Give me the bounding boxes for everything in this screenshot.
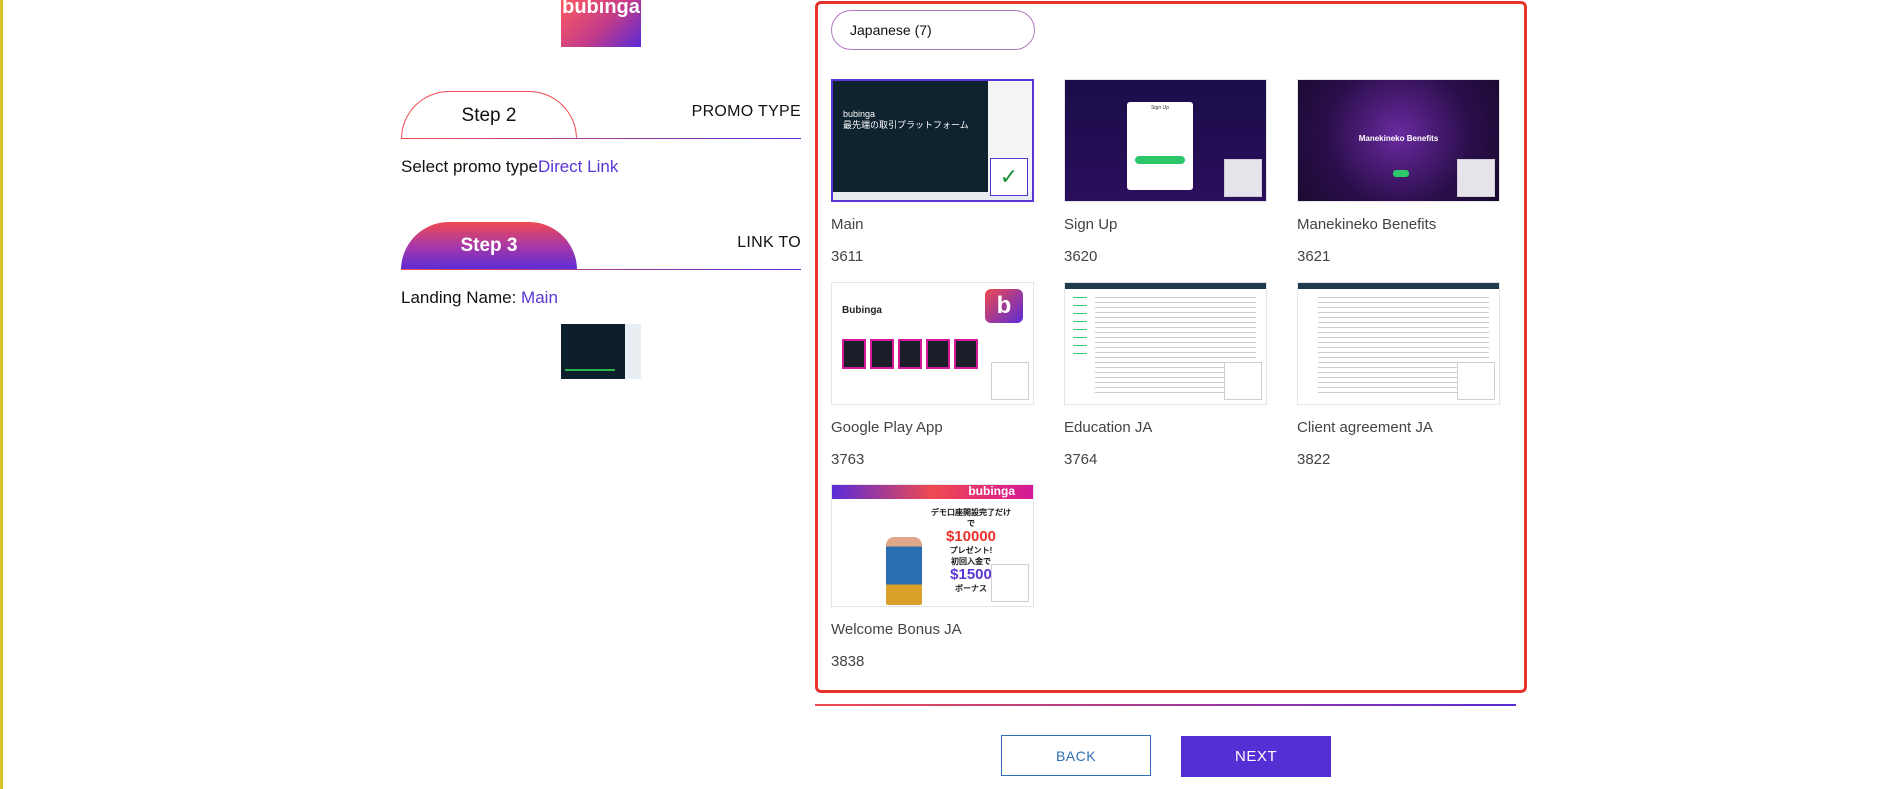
step-2-header: Step 2 PROMO TYPE xyxy=(401,91,801,139)
landing-thumbnail xyxy=(1297,282,1500,405)
landing-id: 3611 xyxy=(831,248,864,265)
landing-name: Sign Up xyxy=(1064,216,1118,233)
landing-id: 3764 xyxy=(1064,451,1098,468)
step-2-tab[interactable]: Step 2 xyxy=(401,91,577,139)
landing-id: 3838 xyxy=(831,653,865,670)
landing-value: Main xyxy=(521,288,558,307)
landing-thumbnail: bubinga デモ口座開設完了だけで $10000 プレゼント! 初回入金で … xyxy=(831,484,1034,607)
landing-label: Landing Name: xyxy=(401,288,517,307)
brand-logo: bubinga xyxy=(561,0,641,47)
selection-box xyxy=(991,564,1029,602)
step-3-title: LINK TO xyxy=(737,234,801,251)
step-3-divider xyxy=(401,269,801,270)
landing-card-main[interactable]: bubinga 最先端の取引プラットフォーム ✓ Main 3611 xyxy=(831,79,1034,265)
landing-selector: Japanese (7) bubinga 最先端の取引プラットフォーム ✓ Mai… xyxy=(815,1,1527,693)
landing-name: Main xyxy=(831,216,864,233)
checkmark-icon: ✓ xyxy=(990,158,1028,196)
selection-box xyxy=(1224,362,1262,400)
promo-type-label: Select promo type xyxy=(401,157,539,176)
landing-summary: Landing Name: Main xyxy=(401,288,558,308)
step-3-tab[interactable]: Step 3 xyxy=(401,222,577,270)
promo-type-value: Direct Link xyxy=(538,157,619,176)
section-divider xyxy=(815,704,1516,706)
step-3-header: Step 3 LINK TO xyxy=(401,222,801,270)
step-2-title: PROMO TYPE xyxy=(691,103,801,120)
selection-box xyxy=(1457,159,1495,197)
selection-box xyxy=(1224,159,1262,197)
selected-landing-thumbnail xyxy=(561,324,641,379)
landing-name: Welcome Bonus JA xyxy=(831,621,962,638)
landing-thumbnail: Sign Up xyxy=(1064,79,1267,202)
landing-card-welcome-bonus-ja[interactable]: bubinga デモ口座開設完了だけで $10000 プレゼント! 初回入金で … xyxy=(831,484,1034,670)
selection-box xyxy=(1457,362,1495,400)
selection-box xyxy=(991,362,1029,400)
landing-name: Client agreement JA xyxy=(1297,419,1433,436)
landing-thumbnail: Manekineko Benefits xyxy=(1297,79,1500,202)
landing-id: 3763 xyxy=(831,451,865,468)
step-2-divider xyxy=(401,138,801,139)
landing-card-sign-up[interactable]: Sign Up Sign Up 3620 xyxy=(1064,79,1267,265)
landing-card-client-agreement-ja[interactable]: Client agreement JA 3822 xyxy=(1297,282,1500,468)
landing-name: Google Play App xyxy=(831,419,943,436)
language-filter-select[interactable]: Japanese (7) xyxy=(831,10,1035,50)
promo-type-summary: Select promo typeDirect Link xyxy=(401,157,618,177)
next-button[interactable]: NEXT xyxy=(1181,736,1331,777)
landing-name: Education JA xyxy=(1064,419,1153,436)
landing-thumbnail: Bubinga b xyxy=(831,282,1034,405)
landing-thumbnail: bubinga 最先端の取引プラットフォーム ✓ xyxy=(831,79,1034,202)
landing-thumbnail xyxy=(1064,282,1267,405)
landing-name: Manekineko Benefits xyxy=(1297,216,1437,233)
back-button[interactable]: BACK xyxy=(1001,735,1151,776)
landing-card-manekineko-benefits[interactable]: Manekineko Benefits Manekineko Benefits … xyxy=(1297,79,1500,265)
landing-card-google-play-app[interactable]: Bubinga b Google Play App 3763 xyxy=(831,282,1034,468)
landing-card-education-ja[interactable]: Education JA 3764 xyxy=(1064,282,1267,468)
landing-id: 3621 xyxy=(1297,248,1331,265)
landing-id: 3620 xyxy=(1064,248,1098,265)
page-left-rule xyxy=(0,0,3,789)
landing-id: 3822 xyxy=(1297,451,1331,468)
